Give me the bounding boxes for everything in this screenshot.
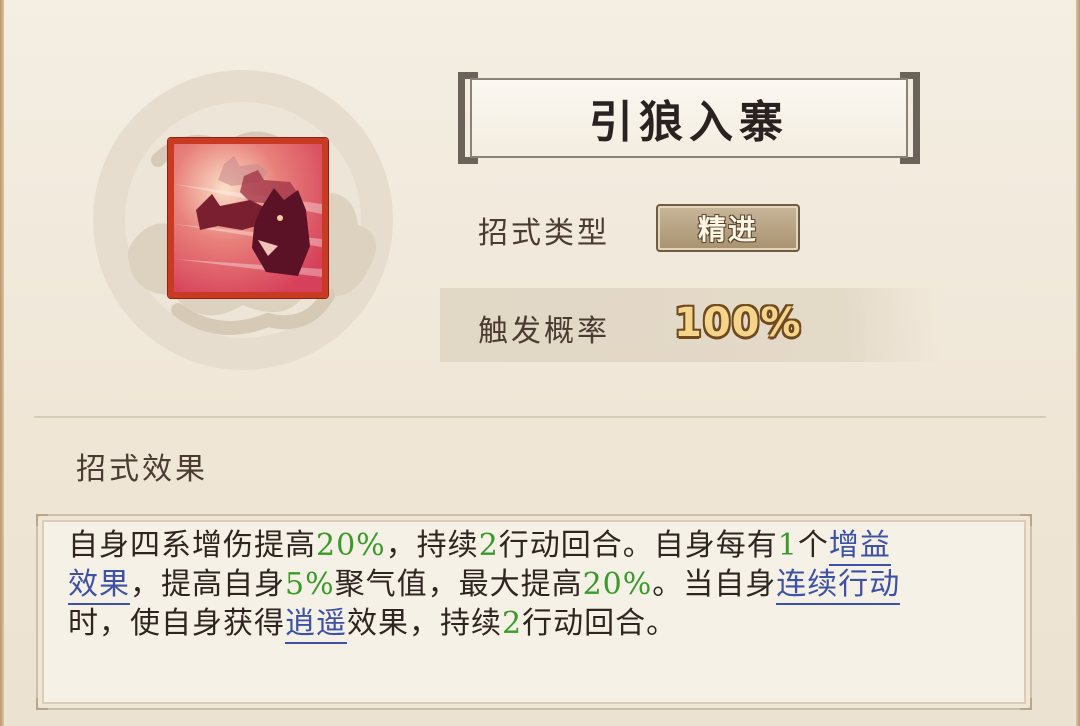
corner-ornament: [1020, 514, 1032, 526]
effect-section-title: 招式效果: [76, 452, 208, 487]
section-divider: [34, 416, 1046, 418]
description-text: 个: [797, 528, 829, 563]
panel-border-left: [0, 0, 4, 726]
description-line-2: 效果，提高自身5%聚气值，最大提高20%。当自身连续行动: [68, 565, 1018, 605]
panel-border-right: [1076, 0, 1080, 726]
trigger-probability-label: 触发概率: [478, 314, 610, 349]
wolf-pack-icon[interactable]: [168, 138, 328, 298]
skill-type-label: 招式类型: [478, 216, 610, 251]
keyword-link[interactable]: 逍遥: [285, 606, 347, 644]
description-text: ，持续: [385, 528, 479, 563]
description-text: 行动回合。自身每有: [498, 528, 778, 563]
value-highlight: 20%: [582, 567, 653, 602]
skill-detail-panel: 引狼入寨 招式类型 精进 触发概率 100% 招式效果 自身四系增伤提高20%，…: [0, 0, 1080, 726]
value-highlight: 5%: [285, 567, 335, 602]
value-highlight: 1: [777, 528, 798, 563]
description-text: 行动回合。: [522, 606, 678, 641]
keyword-link[interactable]: 效果: [68, 567, 130, 605]
skill-name: 引狼入寨: [589, 97, 789, 148]
keyword-link[interactable]: 连续行动: [776, 567, 901, 605]
description-text: 自身四系增伤提高: [68, 528, 316, 563]
skill-name-box: 引狼入寨: [470, 78, 908, 158]
value-highlight: 20%: [316, 528, 386, 563]
corner-ornament: [36, 698, 48, 710]
effect-description: 自身四系增伤提高20%，持续2行动回合。自身每有1个增益 效果，提高自身5%聚气…: [68, 526, 1018, 644]
skill-type-badge: 精进: [656, 204, 800, 252]
keyword-link[interactable]: 增益: [828, 528, 891, 566]
corner-ornament: [1020, 698, 1032, 710]
description-line-1: 自身四系增伤提高20%，持续2行动回合。自身每有1个增益: [68, 526, 1018, 566]
corner-ornament: [36, 514, 48, 526]
trigger-probability-value: 100%: [674, 300, 802, 346]
skill-type-value: 精进: [697, 213, 758, 246]
value-highlight: 2: [502, 606, 523, 641]
skill-title-plate: 引狼入寨: [458, 72, 920, 164]
description-line-3: 时，使自身获得逍遥效果，持续2行动回合。: [68, 604, 1018, 644]
description-text: 聚气值，最大提高: [334, 567, 583, 602]
value-highlight: 2: [478, 528, 499, 563]
description-text: 时，使自身获得: [68, 606, 285, 641]
description-text: 效果，持续: [347, 606, 502, 641]
description-text: 。当自身: [652, 567, 777, 602]
description-text: ，提高自身: [130, 567, 285, 602]
